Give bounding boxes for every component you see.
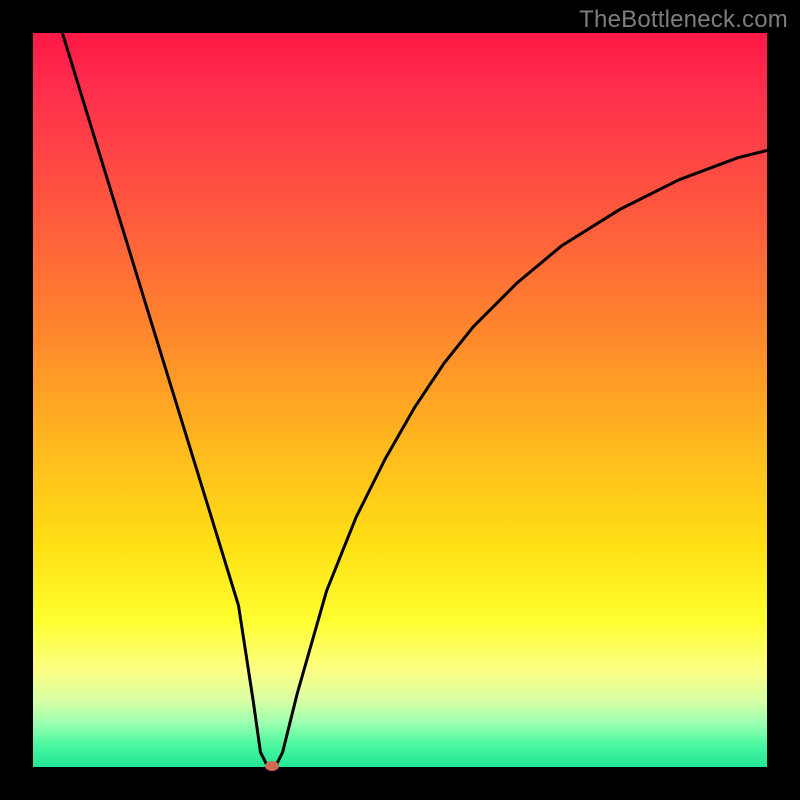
bottleneck-curve bbox=[33, 33, 767, 767]
watermark-text: TheBottleneck.com bbox=[579, 6, 788, 34]
chart-frame: TheBottleneck.com bbox=[0, 0, 800, 800]
plot-area bbox=[33, 33, 767, 767]
optimal-point-marker bbox=[265, 761, 279, 771]
